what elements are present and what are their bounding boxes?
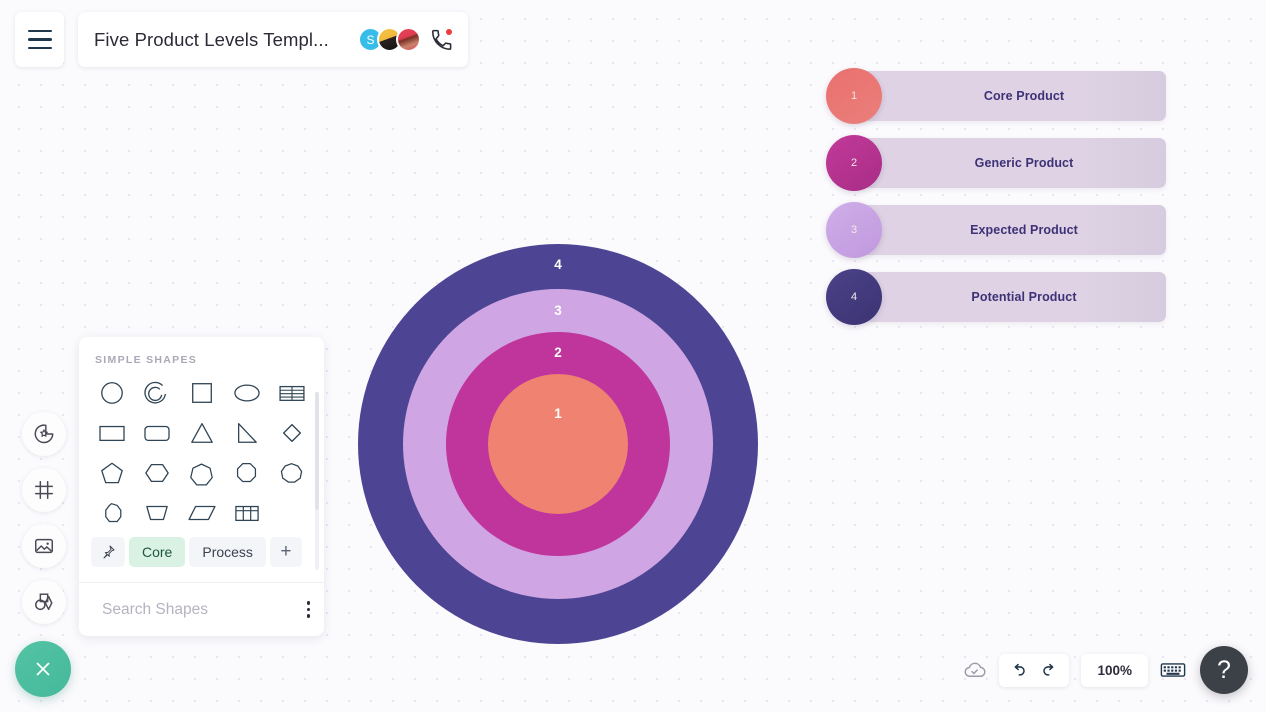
collaborator-avatars: S: [358, 27, 421, 52]
page-title: Five Product Levels Templ...: [94, 28, 329, 50]
ring-label-1: 1: [554, 406, 562, 421]
shape-heptagon[interactable]: [179, 455, 224, 491]
shape-trapezoid[interactable]: [134, 495, 179, 531]
hamburger-menu-icon: [27, 27, 52, 52]
undo-arrow-icon: [1015, 663, 1026, 676]
legend-label: Expected Product: [970, 223, 1078, 237]
shapes-panel: SIMPLE SHAPES Core Process + Search Shap…: [79, 337, 324, 636]
add-category-button[interactable]: +: [269, 537, 302, 567]
legend-bar[interactable]: Potential Product: [854, 272, 1166, 322]
shape-circle[interactable]: [89, 375, 134, 411]
diagram-ring-1[interactable]: 1: [488, 374, 628, 514]
shape-square[interactable]: [179, 375, 224, 411]
legend-number-badge[interactable]: 2: [826, 135, 882, 191]
close-x-icon: [36, 662, 50, 676]
legend-bar[interactable]: Generic Product: [854, 138, 1166, 188]
undo-button[interactable]: [1007, 659, 1030, 682]
shape-library-tool-button[interactable]: [22, 580, 66, 624]
pin-tabs-button[interactable]: [91, 537, 125, 567]
legend-number-badge[interactable]: 1: [826, 68, 882, 124]
tab-core[interactable]: Core: [129, 537, 186, 567]
zoom-level-button[interactable]: 100%: [1081, 653, 1148, 687]
shape-table-lines[interactable]: [269, 375, 314, 411]
shape-diamond[interactable]: [269, 415, 314, 451]
shape-hexagon[interactable]: [134, 455, 179, 491]
shape-table-grid[interactable]: [224, 495, 269, 531]
shape-ellipse[interactable]: [224, 375, 269, 411]
image-tool-button[interactable]: [22, 524, 66, 568]
legend-item[interactable]: Potential Product 4: [826, 269, 1166, 325]
redo-arrow-icon: [1043, 663, 1054, 676]
document-title-card[interactable]: Five Product Levels Templ... S: [78, 12, 468, 67]
legend-label: Generic Product: [974, 156, 1074, 170]
undo-redo-group: [999, 653, 1070, 687]
shape-search-row: [79, 582, 324, 636]
image-icon: [35, 538, 53, 554]
frame-tool-button[interactable]: [22, 468, 66, 512]
hamburger-menu-button[interactable]: [15, 12, 64, 67]
shape-grid: [79, 366, 324, 570]
sticker-shape-tool-button[interactable]: [22, 412, 66, 456]
legend-number-badge[interactable]: 3: [826, 202, 882, 258]
redo-button[interactable]: [1038, 659, 1061, 682]
keyboard-shortcuts-button[interactable]: [1160, 660, 1186, 680]
shape-nonagon[interactable]: [269, 455, 314, 491]
shape-octagon[interactable]: [224, 455, 269, 491]
shape-arc[interactable]: [134, 375, 179, 411]
tab-process[interactable]: Process: [189, 537, 266, 567]
legend-label: Potential Product: [971, 290, 1077, 304]
legend-number-badge[interactable]: 4: [826, 269, 882, 325]
shape-pentagon[interactable]: [89, 455, 134, 491]
legend-bar[interactable]: Expected Product: [854, 205, 1166, 255]
legend-item[interactable]: Generic Product 2: [826, 135, 1166, 191]
legend-item[interactable]: Core Product 1: [826, 68, 1166, 124]
pin-icon: [103, 545, 115, 559]
legend-label: Core Product: [983, 89, 1065, 103]
legend-item[interactable]: Expected Product 3: [826, 202, 1166, 258]
kebab-menu-icon[interactable]: [302, 597, 315, 621]
shape-decagon[interactable]: [89, 495, 134, 531]
notification-dot: [445, 27, 453, 36]
cloud-saved-button[interactable]: [962, 658, 987, 683]
concentric-circles-diagram[interactable]: 4 3 2 1: [358, 244, 758, 644]
legend: Core Product 1 Generic Product 2 Expecte…: [826, 68, 1166, 336]
frame-icon: [35, 481, 53, 499]
shape-parallelogram[interactable]: [179, 495, 224, 531]
help-button[interactable]: ?: [1200, 646, 1248, 694]
shapes-panel-header: SIMPLE SHAPES: [95, 354, 198, 366]
sticker-shape-icon: [34, 424, 54, 444]
shape-category-tabs: Core Process +: [79, 537, 324, 567]
left-toolbar: [22, 412, 66, 624]
keyboard-icon: [1160, 663, 1186, 677]
phone-call-button[interactable]: [430, 27, 453, 51]
bottom-toolbar: 100% ?: [962, 646, 1248, 694]
shape-rectangle[interactable]: [89, 415, 134, 451]
cloud-saved-icon: [964, 662, 986, 677]
legend-bar[interactable]: Core Product: [854, 71, 1166, 121]
shape-triangle[interactable]: [179, 415, 224, 451]
shape-rounded-rectangle[interactable]: [134, 415, 179, 451]
shape-right-triangle[interactable]: [224, 415, 269, 451]
search-input[interactable]: [102, 600, 302, 619]
scrollbar-thumb[interactable]: [315, 392, 319, 510]
shape-library-icon: [35, 593, 53, 611]
avatar[interactable]: [396, 27, 421, 52]
close-button[interactable]: [15, 641, 71, 697]
